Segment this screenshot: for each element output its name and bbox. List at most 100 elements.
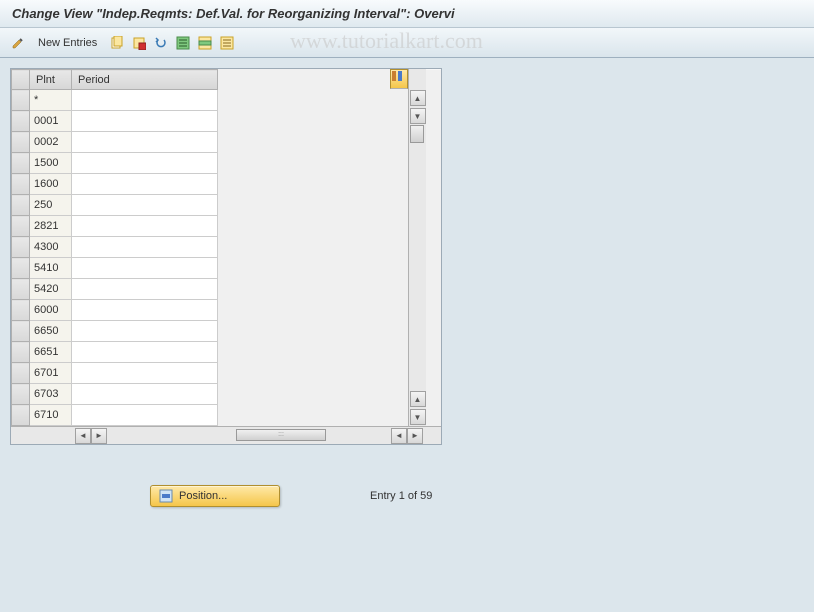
period-cell[interactable] — [72, 153, 218, 174]
plnt-cell[interactable]: 6651 — [30, 342, 72, 363]
row-selector[interactable] — [12, 237, 30, 258]
row-selector[interactable] — [12, 321, 30, 342]
period-cell[interactable] — [72, 132, 218, 153]
row-selector[interactable] — [12, 300, 30, 321]
hscroll-thumb[interactable]: ::: — [236, 429, 326, 441]
grid-empty-area — [218, 69, 408, 426]
row-selector[interactable] — [12, 258, 30, 279]
row-selector[interactable] — [12, 153, 30, 174]
position-icon — [159, 489, 173, 503]
scroll-up-icon[interactable]: ▲ — [410, 90, 426, 106]
col-header-period[interactable]: Period — [72, 70, 218, 90]
plnt-cell[interactable]: 6650 — [30, 321, 72, 342]
scroll-right2-icon[interactable]: ► — [407, 428, 423, 444]
table-row: 1600 — [12, 174, 218, 195]
table-row: 2821 — [12, 216, 218, 237]
table-container: Plnt Period *000100021500160025028214300… — [10, 68, 442, 445]
period-cell[interactable] — [72, 342, 218, 363]
period-cell[interactable] — [72, 321, 218, 342]
horizontal-scrollbar[interactable]: ◄ ► ::: ◄ ► — [11, 426, 441, 444]
select-all-icon[interactable] — [175, 35, 191, 51]
table-row: 6651 — [12, 342, 218, 363]
table-row: 250 — [12, 195, 218, 216]
copy-icon[interactable] — [109, 35, 125, 51]
table-row: 5410 — [12, 258, 218, 279]
title-bar: Change View "Indep.Reqmts: Def.Val. for … — [0, 0, 814, 28]
scroll-down2-icon[interactable]: ▼ — [410, 409, 426, 425]
undo-icon[interactable] — [153, 35, 169, 51]
period-cell[interactable] — [72, 237, 218, 258]
period-cell[interactable] — [72, 405, 218, 426]
row-selector[interactable] — [12, 279, 30, 300]
position-label: Position... — [179, 490, 227, 502]
table-row: 1500 — [12, 153, 218, 174]
period-cell[interactable] — [72, 279, 218, 300]
page-title: Change View "Indep.Reqmts: Def.Val. for … — [12, 6, 455, 21]
change-icon[interactable] — [10, 35, 26, 51]
table-row: 6710 — [12, 405, 218, 426]
plnt-cell[interactable]: 6703 — [30, 384, 72, 405]
row-selector[interactable] — [12, 174, 30, 195]
period-cell[interactable] — [72, 174, 218, 195]
period-cell[interactable] — [72, 384, 218, 405]
table-row: 0001 — [12, 111, 218, 132]
plnt-cell[interactable]: 5410 — [30, 258, 72, 279]
plnt-cell[interactable]: * — [30, 90, 72, 111]
row-selector[interactable] — [12, 111, 30, 132]
plnt-cell[interactable]: 1600 — [30, 174, 72, 195]
table-row: 6650 — [12, 321, 218, 342]
table-row: 6703 — [12, 384, 218, 405]
row-selector[interactable] — [12, 195, 30, 216]
deselect-all-icon[interactable] — [219, 35, 235, 51]
plnt-cell[interactable]: 250 — [30, 195, 72, 216]
scroll-left2-icon[interactable]: ◄ — [391, 428, 407, 444]
plnt-cell[interactable]: 6710 — [30, 405, 72, 426]
col-header-plnt[interactable]: Plnt — [30, 70, 72, 90]
row-selector[interactable] — [12, 405, 30, 426]
vertical-scrollbar[interactable]: ▲ ▼ ▲ ▼ — [408, 69, 426, 426]
scroll-right-icon[interactable]: ► — [91, 428, 107, 444]
new-entries-button[interactable]: New Entries — [32, 35, 103, 51]
scroll-left-icon[interactable]: ◄ — [75, 428, 91, 444]
row-selector[interactable] — [12, 384, 30, 405]
table-row: * — [12, 90, 218, 111]
period-cell[interactable] — [72, 216, 218, 237]
row-selector[interactable] — [12, 342, 30, 363]
toolbar: New Entries — [0, 28, 814, 58]
period-cell[interactable] — [72, 258, 218, 279]
scroll-thumb[interactable] — [410, 125, 424, 143]
table-row: 6000 — [12, 300, 218, 321]
footer: Position... Entry 1 of 59 — [10, 485, 804, 507]
plnt-cell[interactable]: 0001 — [30, 111, 72, 132]
row-selector[interactable] — [12, 363, 30, 384]
content-area: Plnt Period *000100021500160025028214300… — [0, 58, 814, 517]
table-corner[interactable] — [12, 70, 30, 90]
select-block-icon[interactable] — [197, 35, 213, 51]
period-cell[interactable] — [72, 363, 218, 384]
plnt-cell[interactable]: 6701 — [30, 363, 72, 384]
period-cell[interactable] — [72, 90, 218, 111]
plnt-cell[interactable]: 4300 — [30, 237, 72, 258]
table-row: 0002 — [12, 132, 218, 153]
plnt-cell[interactable]: 1500 — [30, 153, 72, 174]
plnt-cell[interactable]: 5420 — [30, 279, 72, 300]
period-cell[interactable] — [72, 111, 218, 132]
scroll-down-icon[interactable]: ▼ — [410, 108, 426, 124]
plnt-cell[interactable]: 0002 — [30, 132, 72, 153]
period-cell[interactable] — [72, 300, 218, 321]
table-row: 4300 — [12, 237, 218, 258]
row-selector[interactable] — [12, 216, 30, 237]
period-cell[interactable] — [72, 195, 218, 216]
delete-icon[interactable] — [131, 35, 147, 51]
scroll-track[interactable] — [410, 125, 426, 390]
table-row: 5420 — [12, 279, 218, 300]
row-selector[interactable] — [12, 90, 30, 111]
scroll-up2-icon[interactable]: ▲ — [410, 391, 426, 407]
new-entries-label: New Entries — [38, 37, 97, 49]
table-settings-icon[interactable] — [390, 69, 408, 89]
data-grid: Plnt Period *000100021500160025028214300… — [11, 69, 218, 426]
row-selector[interactable] — [12, 132, 30, 153]
plnt-cell[interactable]: 2821 — [30, 216, 72, 237]
plnt-cell[interactable]: 6000 — [30, 300, 72, 321]
position-button[interactable]: Position... — [150, 485, 280, 507]
